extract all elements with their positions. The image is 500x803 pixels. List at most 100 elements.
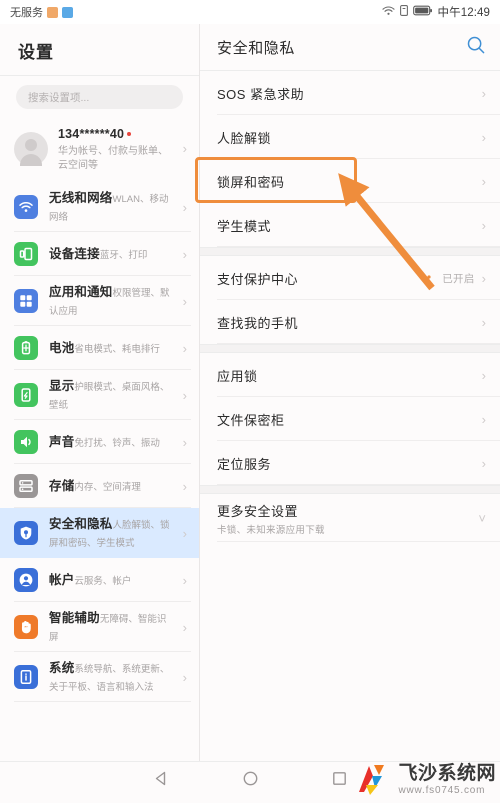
avatar: [14, 131, 48, 166]
settings-row-10[interactable]: 更多安全设置 卡锁、未知来源应用下载 ˅: [200, 494, 500, 542]
sidebar-item-11[interactable]: 系统系统导航、系统更新、关于平板、语言和输入法 ›: [0, 652, 199, 702]
row-divider: [217, 343, 500, 344]
sound-icon: [14, 430, 38, 454]
apps-grid-icon: [14, 289, 38, 313]
carrier-label: 无服务: [10, 7, 43, 19]
sidebar-item-label: 帐户: [49, 573, 75, 587]
group-separator: [200, 247, 500, 256]
chevron-right-icon: ›: [182, 478, 187, 494]
settings-row-3[interactable]: 锁屏和密码 ›: [200, 159, 500, 203]
account-text: 134******40 华为帐号、付款与账单、云空间等: [58, 125, 173, 172]
settings-row-label: 人脸解锁: [217, 130, 272, 146]
page-title: 设置: [18, 43, 54, 62]
settings-row-text: 学生模式: [217, 216, 271, 235]
notification-badge-blue-icon: [62, 6, 73, 18]
watermark-url: www.fs0745.com: [398, 785, 486, 796]
settings-row-6[interactable]: 查找我的手机 ›: [200, 300, 500, 344]
chevron-right-icon: ›: [182, 199, 187, 215]
sidebar-item-label: 系统: [49, 661, 75, 675]
account-row[interactable]: 134******40 华为帐号、付款与账单、云空间等 ›: [0, 115, 199, 182]
sidebar-item-3[interactable]: 应用和通知权限管理、默认应用 ›: [0, 276, 199, 326]
settings-row-subtitle: 卡锁、未知来源应用下载: [217, 524, 325, 536]
app-shell: 设置 搜索设置项... 134******40 华为帐号、付款与账单、云空间等 …: [0, 24, 500, 761]
notification-badge-orange-icon: [47, 6, 58, 18]
settings-row-4[interactable]: 学生模式 ›: [200, 203, 500, 247]
sidebar-item-4[interactable]: 电池省电模式、耗电排行 ›: [0, 326, 199, 370]
watermark-text: 飞沙系统网 www.fs0745.com: [398, 764, 496, 796]
device-connect-icon: [14, 242, 38, 266]
group-separator: [200, 485, 500, 494]
account-subtitle: 华为帐号、付款与账单、云空间等: [58, 146, 168, 171]
sidebar-item-label: 智能辅助: [49, 611, 100, 625]
status-bar-left: 无服务: [10, 4, 73, 20]
battery-icon: [14, 336, 38, 360]
sidebar-item-5[interactable]: 显示护眼模式、桌面风格、壁纸 ›: [0, 370, 199, 420]
storage-icon: [14, 474, 38, 498]
account-number: 134******40: [58, 127, 125, 141]
settings-row-2[interactable]: 人脸解锁 ›: [200, 115, 500, 159]
chevron-right-icon: ›: [481, 270, 486, 286]
settings-row-label: 文件保密柜: [217, 412, 285, 428]
sidebar-item-subtitle: 蓝牙、打印: [99, 250, 148, 261]
sidebar-item-text: 帐户云服务、帐户: [49, 571, 172, 589]
sidebar-item-text: 安全和隐私人脸解锁、锁屏和密码、学生模式: [49, 515, 172, 551]
settings-row-1[interactable]: SOS 紧急求助 ›: [200, 71, 500, 115]
chevron-right-icon: ›: [481, 411, 486, 427]
row-divider: [217, 541, 500, 542]
sidebar-item-10[interactable]: 智能辅助无障碍、智能识屏 ›: [0, 602, 199, 652]
settings-row-7[interactable]: 应用锁 ›: [200, 353, 500, 397]
home-circle-icon[interactable]: [242, 770, 259, 792]
account-alert-dot-icon: [127, 131, 132, 136]
chevron-right-icon: ›: [182, 669, 187, 685]
chevron-right-icon: ›: [481, 455, 486, 471]
sidebar-item-7[interactable]: 存储内存、空间清理 ›: [0, 464, 199, 508]
settings-row-label: 更多安全设置: [217, 503, 299, 519]
settings-row-5[interactable]: 支付保护中心 已开启 ›: [200, 256, 500, 300]
sidebar-item-6[interactable]: 声音免打扰、铃声、振动 ›: [0, 420, 199, 464]
settings-row-text: SOS 紧急求助: [217, 84, 304, 103]
sidebar-item-8[interactable]: 安全和隐私人脸解锁、锁屏和密码、学生模式 ›: [0, 508, 199, 558]
chevron-right-icon: ›: [182, 246, 187, 262]
chevron-right-icon: ›: [481, 129, 486, 145]
recents-square-icon[interactable]: [331, 770, 348, 792]
back-triangle-icon[interactable]: [153, 770, 170, 792]
search-input[interactable]: 搜索设置项...: [16, 85, 183, 109]
sidebar-item-label: 声音: [49, 435, 75, 449]
sidebar-item-subtitle: 省电模式、耗电排行: [74, 344, 160, 355]
panel-header: 安全和隐私: [200, 24, 500, 70]
security-settings-list: SOS 紧急求助 › 人脸解锁 › 锁屏和密码 › 学生模式 › 支付保护中心 已开启 › 查找我的手…: [200, 71, 500, 542]
sidebar-item-label: 安全和隐私: [49, 517, 113, 531]
chevron-right-icon: ›: [182, 141, 187, 156]
sidebar-item-text: 声音免打扰、铃声、振动: [49, 433, 172, 451]
settings-row-text: 人脸解锁: [217, 128, 271, 147]
sidebar-item-9[interactable]: 帐户云服务、帐户 ›: [0, 558, 199, 602]
sidebar-item-label: 无线和网络: [49, 191, 113, 205]
chevron-right-icon: ›: [481, 367, 486, 383]
sidebar-item-label: 设备连接: [49, 247, 100, 261]
sidebar-item-text: 设备连接蓝牙、打印: [49, 245, 172, 263]
chevron-right-icon: ›: [481, 217, 486, 233]
detail-panel: 安全和隐私 SOS 紧急求助 › 人脸解锁 › 锁屏和密码 › 学生模式 › 支付保护中心 已开启…: [200, 24, 500, 761]
settings-row-8[interactable]: 文件保密柜 ›: [200, 397, 500, 441]
settings-row-text: 支付保护中心: [217, 269, 298, 288]
chevron-right-icon: ›: [481, 173, 486, 189]
settings-row-text: 查找我的手机: [217, 313, 298, 332]
sidebar-item-text: 电池省电模式、耗电排行: [49, 339, 172, 357]
watermark-name: 飞沙系统网: [398, 763, 496, 784]
sim-icon: [399, 5, 408, 19]
chevron-right-icon: ›: [182, 619, 187, 635]
search-container: 搜索设置项...: [0, 76, 199, 115]
chevron-right-icon: ›: [182, 572, 187, 588]
sidebar-item-text: 智能辅助无障碍、智能识屏: [49, 609, 172, 645]
sidebar-item-2[interactable]: 设备连接蓝牙、打印 ›: [0, 232, 199, 276]
settings-row-text: 锁屏和密码: [217, 172, 285, 191]
settings-row-text: 应用锁: [217, 366, 258, 385]
sidebar-item-text: 无线和网络WLAN、移动网络: [49, 189, 172, 225]
settings-row-9[interactable]: 定位服务 ›: [200, 441, 500, 485]
wifi-icon: [381, 5, 395, 19]
chevron-right-icon: ›: [182, 340, 187, 356]
sidebar-item-1[interactable]: 无线和网络WLAN、移动网络 ›: [0, 182, 199, 232]
row-divider: [217, 484, 500, 485]
wifi-icon: [14, 195, 38, 219]
search-icon[interactable]: [466, 35, 486, 60]
